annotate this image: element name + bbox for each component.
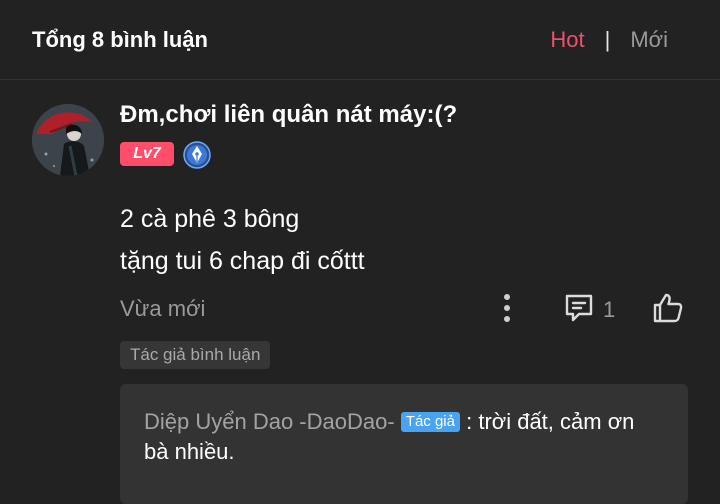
- reply-text-block: Diệp Uyển Dao -DaoDao- Tác giả : trời đấ…: [144, 407, 664, 467]
- comment-line: tặng tui 6 chap đi cốttt: [120, 247, 365, 275]
- reply-icon[interactable]: [562, 291, 596, 325]
- comment-line: 2 cà phê 3 bông: [120, 205, 300, 233]
- comment-time: Vừa mới: [120, 296, 206, 321]
- tab-separator: |: [604, 27, 611, 52]
- pen-nib-icon: [183, 141, 211, 169]
- author-comment-tag: Tác giả bình luận: [120, 341, 271, 369]
- level-badge: Lv7: [120, 142, 174, 166]
- avatar-image: [32, 104, 104, 176]
- sort-tabs: Hot | Mới: [550, 27, 668, 53]
- tab-hot[interactable]: Hot: [550, 27, 584, 53]
- avatar[interactable]: [32, 104, 104, 176]
- reply-preview[interactable]: Diệp Uyển Dao -DaoDao- Tác giả : trời đấ…: [120, 384, 688, 504]
- comment-count-title: Tổng 8 bình luận: [32, 27, 208, 52]
- tab-new[interactable]: Mới: [630, 27, 668, 53]
- more-options-icon[interactable]: [497, 292, 517, 324]
- username[interactable]: Đm,chơi liên quân nát máy:(?: [120, 101, 457, 129]
- comment-body: 2 cà phê 3 bông tặng tui 6 chap đi cốttt: [120, 198, 365, 282]
- reply-count: 1: [603, 297, 616, 322]
- reply-author[interactable]: Diệp Uyển Dao -DaoDao-: [144, 409, 395, 434]
- thumbs-up-icon[interactable]: [651, 291, 685, 325]
- comments-header: Tổng 8 bình luận Hot | Mới: [0, 0, 720, 80]
- author-badge: Tác giả: [400, 412, 460, 432]
